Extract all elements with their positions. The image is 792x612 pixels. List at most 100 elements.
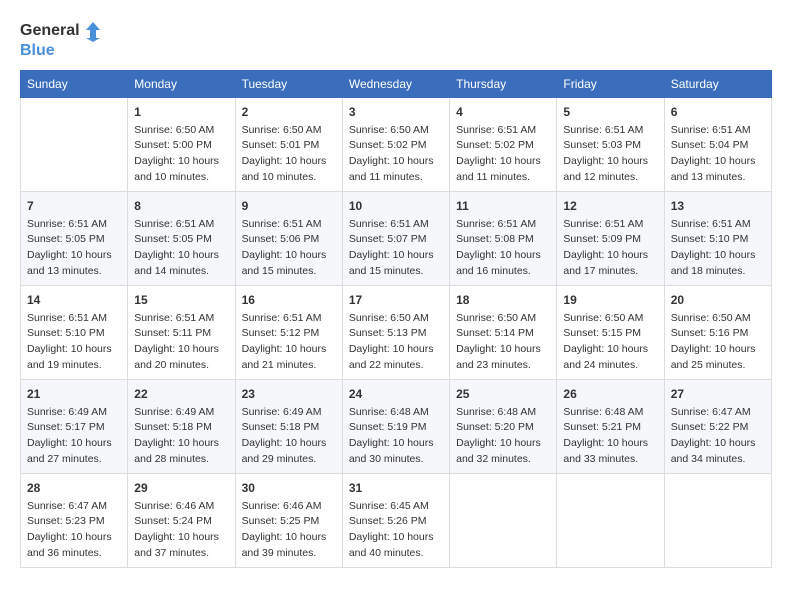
calendar-cell (21, 97, 128, 191)
calendar-cell: 5Sunrise: 6:51 AMSunset: 5:03 PMDaylight… (557, 97, 664, 191)
day-number: 11 (456, 197, 550, 215)
calendar-cell (450, 473, 557, 567)
calendar-cell: 22Sunrise: 6:49 AMSunset: 5:18 PMDayligh… (128, 379, 235, 473)
sunset-text: Sunset: 5:17 PM (27, 420, 121, 436)
day-number: 3 (349, 103, 443, 121)
weekday-header: Tuesday (235, 70, 342, 97)
calendar-cell: 30Sunrise: 6:46 AMSunset: 5:25 PMDayligh… (235, 473, 342, 567)
daylight-text: Daylight: 10 hours and 39 minutes. (242, 530, 336, 562)
daylight-text: Daylight: 10 hours and 37 minutes. (134, 530, 228, 562)
weekday-header: Wednesday (342, 70, 449, 97)
logo-container: General Blue (20, 20, 104, 60)
sunset-text: Sunset: 5:02 PM (349, 138, 443, 154)
sunset-text: Sunset: 5:10 PM (27, 326, 121, 342)
sunrise-text: Sunrise: 6:48 AM (563, 405, 657, 421)
daylight-text: Daylight: 10 hours and 20 minutes. (134, 342, 228, 374)
sunrise-text: Sunrise: 6:48 AM (456, 405, 550, 421)
daylight-text: Daylight: 10 hours and 40 minutes. (349, 530, 443, 562)
logo-blue: Blue (20, 42, 55, 60)
sunset-text: Sunset: 5:12 PM (242, 326, 336, 342)
calendar-cell: 18Sunrise: 6:50 AMSunset: 5:14 PMDayligh… (450, 285, 557, 379)
sunset-text: Sunset: 5:18 PM (242, 420, 336, 436)
day-number: 13 (671, 197, 765, 215)
sunrise-text: Sunrise: 6:50 AM (349, 311, 443, 327)
sunrise-text: Sunrise: 6:50 AM (563, 311, 657, 327)
day-number: 25 (456, 385, 550, 403)
sunrise-text: Sunrise: 6:49 AM (242, 405, 336, 421)
daylight-text: Daylight: 10 hours and 11 minutes. (349, 154, 443, 186)
calendar-cell: 3 Sunrise: 6:50 AMSunset: 5:02 PMDaylight… (342, 97, 449, 191)
daylight-text: Daylight: 10 hours and 23 minutes. (456, 342, 550, 374)
daylight-text: Daylight: 10 hours and 28 minutes. (134, 436, 228, 468)
day-number: 23 (242, 385, 336, 403)
logo-text: General (20, 22, 80, 40)
day-number: 8 (134, 197, 228, 215)
calendar-cell: 19 Sunrise: 6:50 AMSunset: 5:15 PMDayligh… (557, 285, 664, 379)
calendar-cell: 2Sunrise: 6:50 AMSunset: 5:01 PMDaylight… (235, 97, 342, 191)
day-number: 30 (242, 479, 336, 497)
sunrise-text: Sunrise: 6:51 AM (456, 217, 550, 233)
daylight-text: Daylight: 10 hours and 34 minutes. (671, 436, 765, 468)
sunrise-text: Sunrise: 6:47 AM (671, 405, 765, 421)
sunrise-text: Sunrise: 6:51 AM (671, 123, 765, 139)
calendar-cell: 27Sunrise: 6:47 AMSunset: 5:22 PMDayligh… (664, 379, 771, 473)
day-number: 15 (134, 291, 228, 309)
daylight-text: Daylight: 10 hours and 29 minutes. (242, 436, 336, 468)
sunset-text: Sunset: 5:16 PM (671, 326, 765, 342)
sunrise-text: Sunrise: 6:51 AM (456, 123, 550, 139)
calendar-cell: 6Sunrise: 6:51 AMSunset: 5:04 PMDaylight… (664, 97, 771, 191)
daylight-text: Daylight: 10 hours and 25 minutes. (671, 342, 765, 374)
daylight-text: Daylight: 10 hours and 36 minutes. (27, 530, 121, 562)
calendar-cell: 31Sunrise: 6:45 AMSunset: 5:26 PMDayligh… (342, 473, 449, 567)
calendar-cell: 4Sunrise: 6:51 AMSunset: 5:02 PMDaylight… (450, 97, 557, 191)
sunset-text: Sunset: 5:20 PM (456, 420, 550, 436)
calendar-cell (664, 473, 771, 567)
day-number: 9 (242, 197, 336, 215)
day-number: 17 (349, 291, 443, 309)
sunset-text: Sunset: 5:05 PM (27, 232, 121, 248)
day-number: 7 (27, 197, 121, 215)
daylight-text: Daylight: 10 hours and 19 minutes. (27, 342, 121, 374)
sunrise-text: Sunrise: 6:51 AM (27, 311, 121, 327)
daylight-text: Daylight: 10 hours and 11 minutes. (456, 154, 550, 186)
calendar-cell: 17Sunrise: 6:50 AMSunset: 5:13 PMDayligh… (342, 285, 449, 379)
sunset-text: Sunset: 5:07 PM (349, 232, 443, 248)
sunrise-text: Sunrise: 6:50 AM (349, 123, 443, 139)
sunset-text: Sunset: 5:11 PM (134, 326, 228, 342)
calendar-cell: 10Sunrise: 6:51 AMSunset: 5:07 PMDayligh… (342, 191, 449, 285)
sunset-text: Sunset: 5:06 PM (242, 232, 336, 248)
calendar-cell: 16Sunrise: 6:51 AMSunset: 5:12 PMDayligh… (235, 285, 342, 379)
calendar-cell: 15Sunrise: 6:51 AMSunset: 5:11 PMDayligh… (128, 285, 235, 379)
day-number: 28 (27, 479, 121, 497)
day-number: 19 (563, 291, 657, 309)
calendar-cell: 9Sunrise: 6:51 AMSunset: 5:06 PMDaylight… (235, 191, 342, 285)
day-number: 31 (349, 479, 443, 497)
sunset-text: Sunset: 5:15 PM (563, 326, 657, 342)
day-number: 5 (563, 103, 657, 121)
calendar-cell: 1Sunrise: 6:50 AMSunset: 5:00 PMDaylight… (128, 97, 235, 191)
daylight-text: Daylight: 10 hours and 13 minutes. (27, 248, 121, 280)
daylight-text: Daylight: 10 hours and 24 minutes. (563, 342, 657, 374)
calendar-cell: 29Sunrise: 6:46 AMSunset: 5:24 PMDayligh… (128, 473, 235, 567)
calendar-table: SundayMondayTuesdayWednesdayThursdayFrid… (20, 70, 772, 568)
sunrise-text: Sunrise: 6:50 AM (456, 311, 550, 327)
calendar-cell: 8Sunrise: 6:51 AMSunset: 5:05 PMDaylight… (128, 191, 235, 285)
calendar-cell: 11Sunrise: 6:51 AMSunset: 5:08 PMDayligh… (450, 191, 557, 285)
day-number: 29 (134, 479, 228, 497)
calendar-cell: 14Sunrise: 6:51 AMSunset: 5:10 PMDayligh… (21, 285, 128, 379)
calendar-cell: 24Sunrise: 6:48 AMSunset: 5:19 PMDayligh… (342, 379, 449, 473)
sunset-text: Sunset: 5:14 PM (456, 326, 550, 342)
day-number: 20 (671, 291, 765, 309)
daylight-text: Daylight: 10 hours and 15 minutes. (349, 248, 443, 280)
weekday-header: Monday (128, 70, 235, 97)
logo: General Blue (20, 20, 104, 60)
daylight-text: Daylight: 10 hours and 13 minutes. (671, 154, 765, 186)
daylight-text: Daylight: 10 hours and 22 minutes. (349, 342, 443, 374)
daylight-text: Daylight: 10 hours and 12 minutes. (563, 154, 657, 186)
daylight-text: Daylight: 10 hours and 10 minutes. (242, 154, 336, 186)
sunrise-text: Sunrise: 6:49 AM (27, 405, 121, 421)
sunrise-text: Sunrise: 6:51 AM (563, 217, 657, 233)
daylight-text: Daylight: 10 hours and 17 minutes. (563, 248, 657, 280)
daylight-text: Daylight: 10 hours and 15 minutes. (242, 248, 336, 280)
sunset-text: Sunset: 5:08 PM (456, 232, 550, 248)
